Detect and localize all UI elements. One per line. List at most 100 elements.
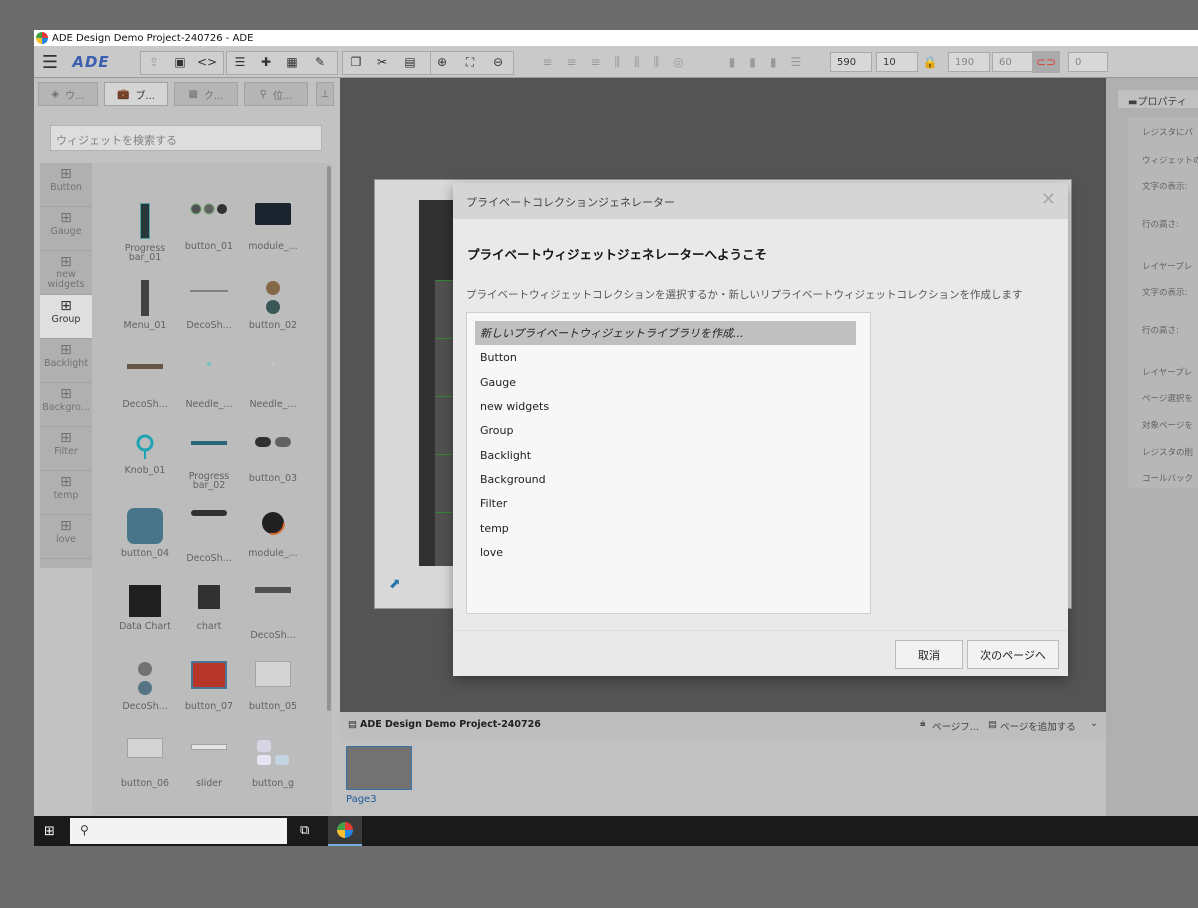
dialog-footer: 取消 次のページへ	[453, 630, 1068, 676]
widget-decoshape-5[interactable]: DecoSh...	[114, 661, 176, 711]
windows-start-icon[interactable]: ⊞	[44, 824, 55, 839]
widget-module-2[interactable]: module_...	[242, 508, 304, 558]
widget-decoshape-1[interactable]: DecoSh...	[178, 280, 240, 330]
category-background[interactable]: ⊞ Backgro...	[40, 383, 92, 427]
page-thumbnail[interactable]	[346, 746, 412, 790]
list-item[interactable]: Gauge	[475, 370, 856, 394]
taskbar-search-input[interactable]: ⚲	[70, 818, 287, 844]
widget-button-05[interactable]: button_05	[242, 661, 304, 711]
align-tools[interactable]: ≡≡≡⫼⫼⫼◎	[520, 51, 720, 73]
widget-chart[interactable]: chart	[178, 585, 240, 631]
list-item[interactable]: temp	[475, 516, 856, 540]
properties-header[interactable]: ▬プロパティ	[1118, 90, 1198, 108]
hamburger-menu-icon[interactable]: ☰	[38, 51, 62, 73]
list-icon[interactable]: ☰	[230, 51, 250, 73]
widget-decoshape-4[interactable]: DecoSh...	[242, 585, 304, 640]
paste-icon[interactable]: ▤	[400, 51, 420, 73]
category-new-widgets[interactable]: ⊞ new widgets	[40, 251, 92, 295]
task-view-icon[interactable]: ⧉	[300, 823, 309, 838]
list-scrollbar[interactable]	[857, 319, 861, 607]
property-row: レジスタにバ	[1142, 128, 1194, 138]
add-page-button[interactable]: ページを追加する	[1000, 719, 1076, 733]
widget-slider[interactable]: slider	[178, 738, 240, 788]
widget-button-03[interactable]: button_03	[242, 433, 304, 483]
widget-data-chart[interactable]: Data Chart	[114, 585, 176, 631]
grid-icon: ⊞	[60, 210, 72, 226]
page-filter-button[interactable]: ページフ...	[932, 719, 979, 733]
widget-button-g[interactable]: button_g	[242, 738, 304, 788]
cancel-button[interactable]: 取消	[895, 640, 963, 669]
collection-list: 新しいプライベートウィジェットライブラリを作成... Button Gauge …	[466, 312, 871, 614]
widget-knob-01[interactable]: Knob_01	[114, 433, 176, 475]
rotation-input[interactable]: 0	[1068, 52, 1108, 72]
widget-progress-bar-01[interactable]: Progress bar_01	[114, 203, 176, 262]
next-page-button[interactable]: 次のページへ	[967, 640, 1059, 669]
y-input[interactable]: 10	[876, 52, 918, 72]
lock-icon[interactable]: 🔒	[920, 51, 940, 73]
property-row: 行の高さ:	[1142, 220, 1179, 230]
category-love[interactable]: ⊞ love	[40, 515, 92, 559]
widget-button-01[interactable]: button_01	[178, 203, 240, 251]
category-backlight[interactable]: ⊞ Backlight	[40, 339, 92, 383]
list-item-create-new[interactable]: 新しいプライベートウィジェットライブラリを作成...	[475, 321, 856, 345]
widget-scrollbar[interactable]	[327, 166, 331, 711]
zoom-out-icon[interactable]: ⊖	[488, 51, 508, 73]
widget-search-input[interactable]: ウィジェットを検索する	[50, 125, 322, 151]
tab-layers[interactable]: ◈ ウ...	[38, 82, 98, 106]
zoom-in-icon[interactable]: ⊕	[432, 51, 452, 73]
tab-location[interactable]: ⚲ 位...	[244, 82, 308, 106]
widget-needle-2[interactable]: Needle_...	[242, 356, 304, 409]
widget-menu-01[interactable]: Menu_01	[114, 280, 176, 330]
category-group[interactable]: ⊞ Group	[40, 295, 92, 339]
property-row: レジスタの削	[1142, 448, 1194, 458]
x-input[interactable]: 590	[830, 52, 872, 72]
title-bar: ADE Design Demo Project-240726 - ADE	[34, 30, 1198, 46]
grid-icon[interactable]: ▦	[282, 51, 302, 73]
category-temp[interactable]: ⊞ temp	[40, 471, 92, 515]
upload-icon[interactable]: ⇪	[144, 51, 164, 73]
list-item[interactable]: Group	[475, 418, 856, 442]
list-item[interactable]: love	[475, 540, 856, 564]
widget-decoshape-2[interactable]: DecoSh...	[114, 356, 176, 409]
widget-button-06[interactable]: button_06	[114, 738, 176, 788]
pin-panel-icon[interactable]: ⊥	[316, 82, 334, 106]
list-item[interactable]: new widgets	[475, 394, 856, 418]
widget-button-07[interactable]: button_07	[178, 661, 240, 711]
width-input[interactable]: 190	[948, 52, 990, 72]
copy-icon[interactable]: ❐	[346, 51, 366, 73]
widget-needle-1[interactable]: Needle_...	[178, 356, 240, 409]
category-filter[interactable]: ⊞ Filter	[40, 427, 92, 471]
page-label[interactable]: Page3	[346, 794, 377, 805]
cut-icon[interactable]: ✂	[372, 51, 392, 73]
widget-thumbnail	[255, 203, 291, 225]
list-item[interactable]: Filter	[475, 491, 856, 515]
tab-widgets[interactable]: 💼 ブ...	[104, 82, 168, 106]
height-input[interactable]: 60	[992, 52, 1034, 72]
close-icon[interactable]: ✕	[1041, 189, 1056, 210]
wrench-icon[interactable]: ✎	[310, 51, 330, 73]
preview-icon[interactable]: ▣	[170, 51, 190, 73]
ade-taskbar-button[interactable]	[328, 816, 362, 846]
tab-images[interactable]: ▩ ク...	[174, 82, 238, 106]
category-gauge[interactable]: ⊞ Gauge	[40, 207, 92, 251]
link-ratio-icon[interactable]: ⊂⊃	[1032, 51, 1060, 73]
chevron-down-icon[interactable]: ⌄	[1090, 718, 1098, 729]
widget-progress-bar-02[interactable]: Progress bar_02	[178, 433, 240, 490]
widget-button-04[interactable]: button_04	[114, 508, 176, 558]
widget-thumbnail	[255, 738, 291, 768]
page-filter-icon[interactable]: ⩧	[920, 719, 926, 730]
distribute-tools[interactable]: ▮▮▮☰	[722, 51, 822, 73]
list-item[interactable]: Background	[475, 467, 856, 491]
widget-button-02[interactable]: button_02	[242, 280, 304, 330]
widget-module-1[interactable]: module_...	[242, 203, 304, 251]
list-item[interactable]: Button	[475, 345, 856, 369]
property-row: レイヤープレ	[1142, 262, 1193, 272]
widget-decoshape-3[interactable]: DecoSh...	[178, 508, 240, 563]
puzzle-icon[interactable]: ✚	[256, 51, 276, 73]
list-item[interactable]: Backlight	[475, 443, 856, 467]
property-row: レイヤープレ	[1142, 368, 1193, 378]
project-name: ADE Design Demo Project-240726	[360, 719, 541, 730]
fit-icon[interactable]: ⛶	[460, 51, 480, 73]
category-button[interactable]: ⊞ Button	[40, 163, 92, 207]
code-icon[interactable]: <>	[196, 51, 218, 73]
